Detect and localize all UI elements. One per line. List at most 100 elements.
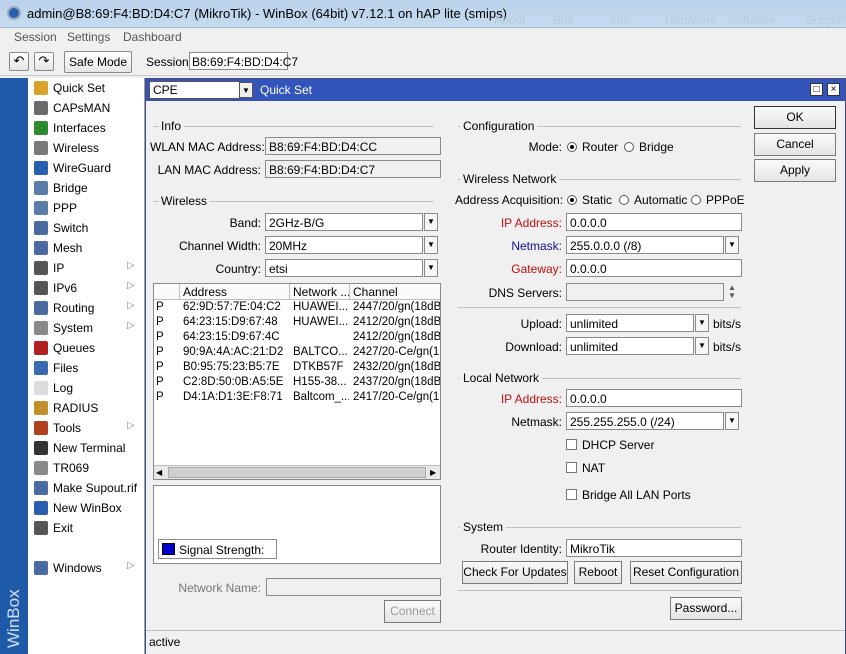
- cell-channel: 2427/20-Ce/gn(1...: [353, 346, 441, 358]
- lnet-netmask-dropdown-icon[interactable]: ▼: [725, 412, 739, 430]
- scroll-right-icon[interactable]: ▶: [430, 468, 436, 477]
- download-field[interactable]: unlimited: [566, 337, 694, 355]
- lnet-netmask-field[interactable]: 255.255.255.0 (/24): [566, 412, 724, 430]
- table-row[interactable]: P C2:8D:50:0B:A5:5E H155-38... 2437/20/gn(1…: [154, 376, 440, 390]
- ok-button[interactable]: OK: [754, 106, 836, 129]
- sidebar-item-radius[interactable]: RADIUS: [28, 398, 144, 418]
- country-select[interactable]: etsi: [265, 259, 423, 277]
- sidebar: Quick Set CAPsMAN Interfaces Wireless WireGu…: [28, 78, 145, 654]
- upload-field[interactable]: unlimited: [566, 314, 694, 332]
- menu-settings[interactable]: Settings: [67, 30, 110, 44]
- mode-router-radio[interactable]: [567, 142, 577, 152]
- sidebar-item-wireless[interactable]: Wireless: [28, 138, 144, 158]
- channel-width-select[interactable]: 20MHz: [265, 236, 423, 254]
- sidebar-item-quick-set[interactable]: Quick Set: [28, 78, 144, 98]
- redo-icon[interactable]: ↷: [34, 52, 54, 71]
- table-row[interactable]: P 64:23:15:D9:67:48 HUAWEI... 2412/20/gn(18…: [154, 316, 440, 330]
- sidebar-item-interfaces[interactable]: Interfaces: [28, 118, 144, 138]
- reboot-button[interactable]: Reboot: [574, 561, 622, 584]
- table-header-address[interactable]: Address: [180, 284, 290, 300]
- sidebar-item-system[interactable]: System ▷: [28, 318, 144, 338]
- sidebar-item-switch[interactable]: Switch: [28, 218, 144, 238]
- sidebar-item-ip[interactable]: IP ▷: [28, 258, 144, 278]
- channel-width-dropdown-icon[interactable]: ▼: [424, 236, 438, 254]
- cell-channel: 2412/20/gn(18dB...: [353, 316, 441, 328]
- scroll-thumb[interactable]: [168, 467, 426, 478]
- acq-pppoe-radio[interactable]: [691, 195, 701, 205]
- undo-icon[interactable]: ↶: [9, 52, 29, 71]
- sidebar-item-tr069[interactable]: TR069: [28, 458, 144, 478]
- sidebar-item-ipv6[interactable]: IPv6 ▷: [28, 278, 144, 298]
- apply-button[interactable]: Apply: [754, 159, 836, 182]
- sidebar-item-label: Files: [53, 361, 79, 375]
- menu-session[interactable]: Session: [14, 30, 57, 44]
- check-updates-button[interactable]: Check For Updates: [462, 561, 568, 584]
- dns-spinner-icon[interactable]: ▲ ▼: [728, 284, 736, 300]
- sidebar-item-label: Mesh: [53, 241, 83, 255]
- connect-button[interactable]: Connect: [384, 600, 441, 623]
- sidebar-item-log[interactable]: Log: [28, 378, 144, 398]
- upload-dropdown-icon[interactable]: ▼: [695, 314, 709, 332]
- sidebar-item-capsman[interactable]: CAPsMAN: [28, 98, 144, 118]
- table-scrollbar[interactable]: ◀ ▶: [154, 465, 440, 479]
- lnet-ip-field[interactable]: 0.0.0.0: [566, 389, 742, 407]
- safe-mode-button[interactable]: Safe Mode: [64, 51, 132, 73]
- password-button[interactable]: Password...: [670, 597, 742, 620]
- close-icon[interactable]: ×: [827, 83, 840, 96]
- sidebar-item-ppp[interactable]: PPP: [28, 198, 144, 218]
- acq-static-radio[interactable]: [567, 195, 577, 205]
- country-dropdown-icon[interactable]: ▼: [424, 259, 438, 277]
- nat-checkbox[interactable]: [566, 462, 577, 473]
- mode-select[interactable]: CPE: [149, 81, 240, 99]
- sidebar-item-wireguard[interactable]: WireGuard: [28, 158, 144, 178]
- sidebar-item-bridge[interactable]: Bridge: [28, 178, 144, 198]
- sidebar-item-mesh[interactable]: Mesh: [28, 238, 144, 258]
- sidebar-item-new-terminal[interactable]: New Terminal: [28, 438, 144, 458]
- identity-field[interactable]: MikroTik: [566, 539, 742, 557]
- cell-flag: P: [156, 361, 164, 373]
- band-label: Band:: [229, 216, 261, 230]
- wnet-netmask-dropdown-icon[interactable]: ▼: [725, 236, 739, 254]
- sidebar-item-windows[interactable]: Windows ▷: [28, 558, 144, 578]
- info-group-line: [153, 126, 434, 127]
- signal-legend-label: Signal Strength:: [179, 543, 265, 557]
- band-select[interactable]: 2GHz-B/G: [265, 213, 423, 231]
- mode-bridge-radio[interactable]: [624, 142, 634, 152]
- sidebar-item-exit[interactable]: Exit: [28, 518, 144, 538]
- dns-field[interactable]: [566, 283, 724, 301]
- dhcp-server-checkbox[interactable]: [566, 439, 577, 450]
- sidebar-item-new-winbox[interactable]: New WinBox: [28, 498, 144, 518]
- maximize-icon[interactable]: □: [810, 83, 823, 96]
- sidebar-item-make-supout-rif[interactable]: Make Supout.rif: [28, 478, 144, 498]
- table-row[interactable]: P 62:9D:57:7E:04:C2 HUAWEI... 2447/20/gn(18…: [154, 301, 440, 315]
- wnet-ip-field[interactable]: 0.0.0.0: [566, 213, 742, 231]
- sidebar-item-queues[interactable]: Queues: [28, 338, 144, 358]
- table-row[interactable]: P D4:1A:D1:3E:F8:71 Baltcom_... 2417/20-Ce/…: [154, 391, 440, 405]
- wnet-netmask-field[interactable]: 255.0.0.0 (/8): [566, 236, 724, 254]
- submenu-arrow-icon: ▷: [127, 300, 135, 311]
- bridge-all-checkbox[interactable]: [566, 489, 577, 500]
- mode-select-dropdown-icon[interactable]: ▼: [239, 82, 253, 98]
- scroll-left-icon[interactable]: ◀: [156, 468, 162, 477]
- table-header-network[interactable]: Network ...: [290, 284, 350, 300]
- band-dropdown-icon[interactable]: ▼: [424, 213, 438, 231]
- bg-menu-about: About: [494, 13, 526, 27]
- supout-icon: [34, 481, 48, 495]
- quickset-title-bar: CPE ▼ Quick Set □ ×: [146, 79, 845, 101]
- session-field[interactable]: B8:69:F4:BD:D4:C7: [189, 52, 298, 70]
- wnet-gateway-field[interactable]: 0.0.0.0: [566, 259, 742, 277]
- download-dropdown-icon[interactable]: ▼: [695, 337, 709, 355]
- window-title: admin@B8:69:F4:BD:D4:C7 (MikroTik) - Win…: [27, 6, 507, 21]
- reset-configuration-button[interactable]: Reset Configuration: [630, 561, 742, 584]
- menu-dashboard[interactable]: Dashboard: [123, 30, 182, 44]
- routing-icon: [34, 301, 48, 315]
- table-row[interactable]: P 64:23:15:D9:67:4C 2412/20/gn(18dB...: [154, 331, 440, 345]
- table-row[interactable]: P 90:9A:4A:AC:21:D2 BALTCO... 2427/20-Ce/gn…: [154, 346, 440, 360]
- sidebar-item-routing[interactable]: Routing ▷: [28, 298, 144, 318]
- table-header-channel[interactable]: Channel: [350, 284, 440, 300]
- acq-automatic-radio[interactable]: [619, 195, 629, 205]
- cancel-button[interactable]: Cancel: [754, 133, 836, 156]
- sidebar-item-tools[interactable]: Tools ▷: [28, 418, 144, 438]
- table-row[interactable]: P B0:95:75:23:B5:7E DTKB57F 2432/20/gn(18dB…: [154, 361, 440, 375]
- sidebar-item-files[interactable]: Files: [28, 358, 144, 378]
